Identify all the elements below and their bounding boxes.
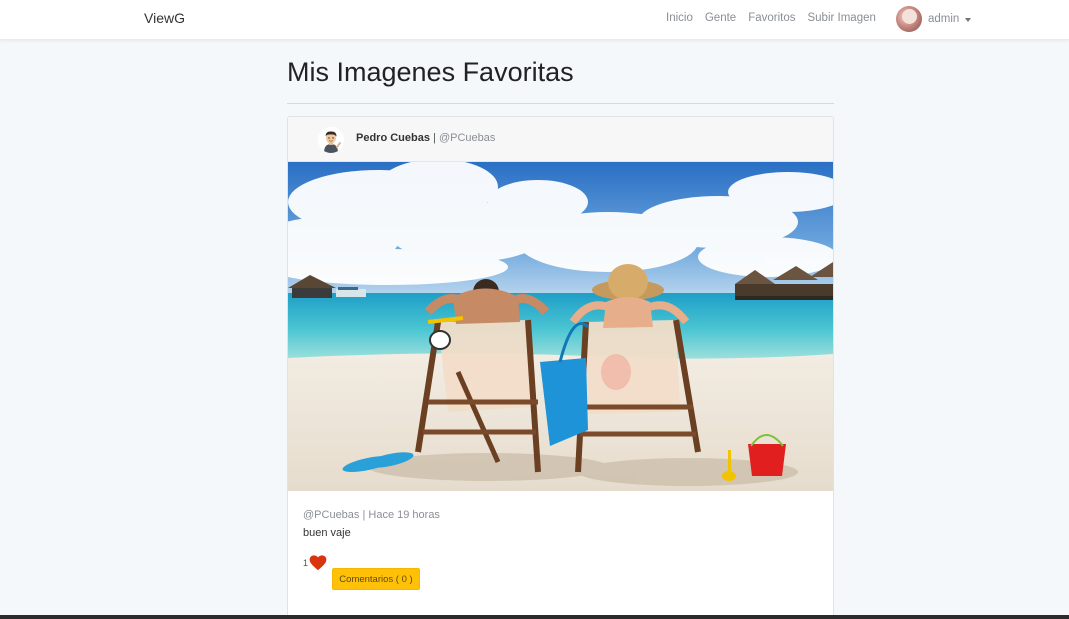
caret-down-icon [965, 17, 972, 22]
user-name: admin [928, 13, 960, 25]
user-avatar [896, 6, 922, 32]
post-description: buen vaje [303, 527, 351, 539]
post-meta: @PCuebas | Hace 19 horas [303, 509, 440, 521]
nav-links: Inicio Gente Favoritos Subir Imagen [666, 12, 888, 24]
title-divider [287, 103, 834, 104]
heart-icon[interactable] [309, 555, 327, 571]
post-image[interactable] [288, 162, 833, 491]
nav-link-inicio[interactable]: Inicio [666, 12, 693, 24]
author-separator: | [429, 132, 439, 144]
nav-link-favoritos[interactable]: Favoritos [748, 12, 795, 24]
nav-link-subir-imagen[interactable]: Subir Imagen [807, 12, 875, 24]
author-info: Pedro Cuebas | @PCuebas [356, 132, 495, 144]
nav-link-gente[interactable]: Gente [705, 12, 736, 24]
author-avatar[interactable] [318, 127, 344, 153]
like-section: 1 [303, 555, 327, 571]
card-header: Pedro Cuebas | @PCuebas [288, 117, 833, 162]
like-count: 1 [303, 558, 309, 568]
comments-button[interactable]: Comentarios ( 0 ) [332, 568, 420, 590]
page-title: Mis Imagenes Favoritas [287, 57, 574, 87]
author-handle: @PCuebas [438, 132, 496, 144]
brand-logo[interactable]: ViewG [144, 10, 185, 26]
favorite-post-card: Pedro Cuebas | @PCuebas @PCuebas | Hace … [287, 116, 834, 619]
top-navbar: ViewG Inicio Gente Favoritos Subir Image… [0, 0, 1069, 40]
bottom-taskbar-edge [0, 615, 1069, 619]
user-dropdown[interactable]: admin [896, 6, 972, 32]
author-name[interactable]: Pedro Cuebas [356, 132, 430, 144]
